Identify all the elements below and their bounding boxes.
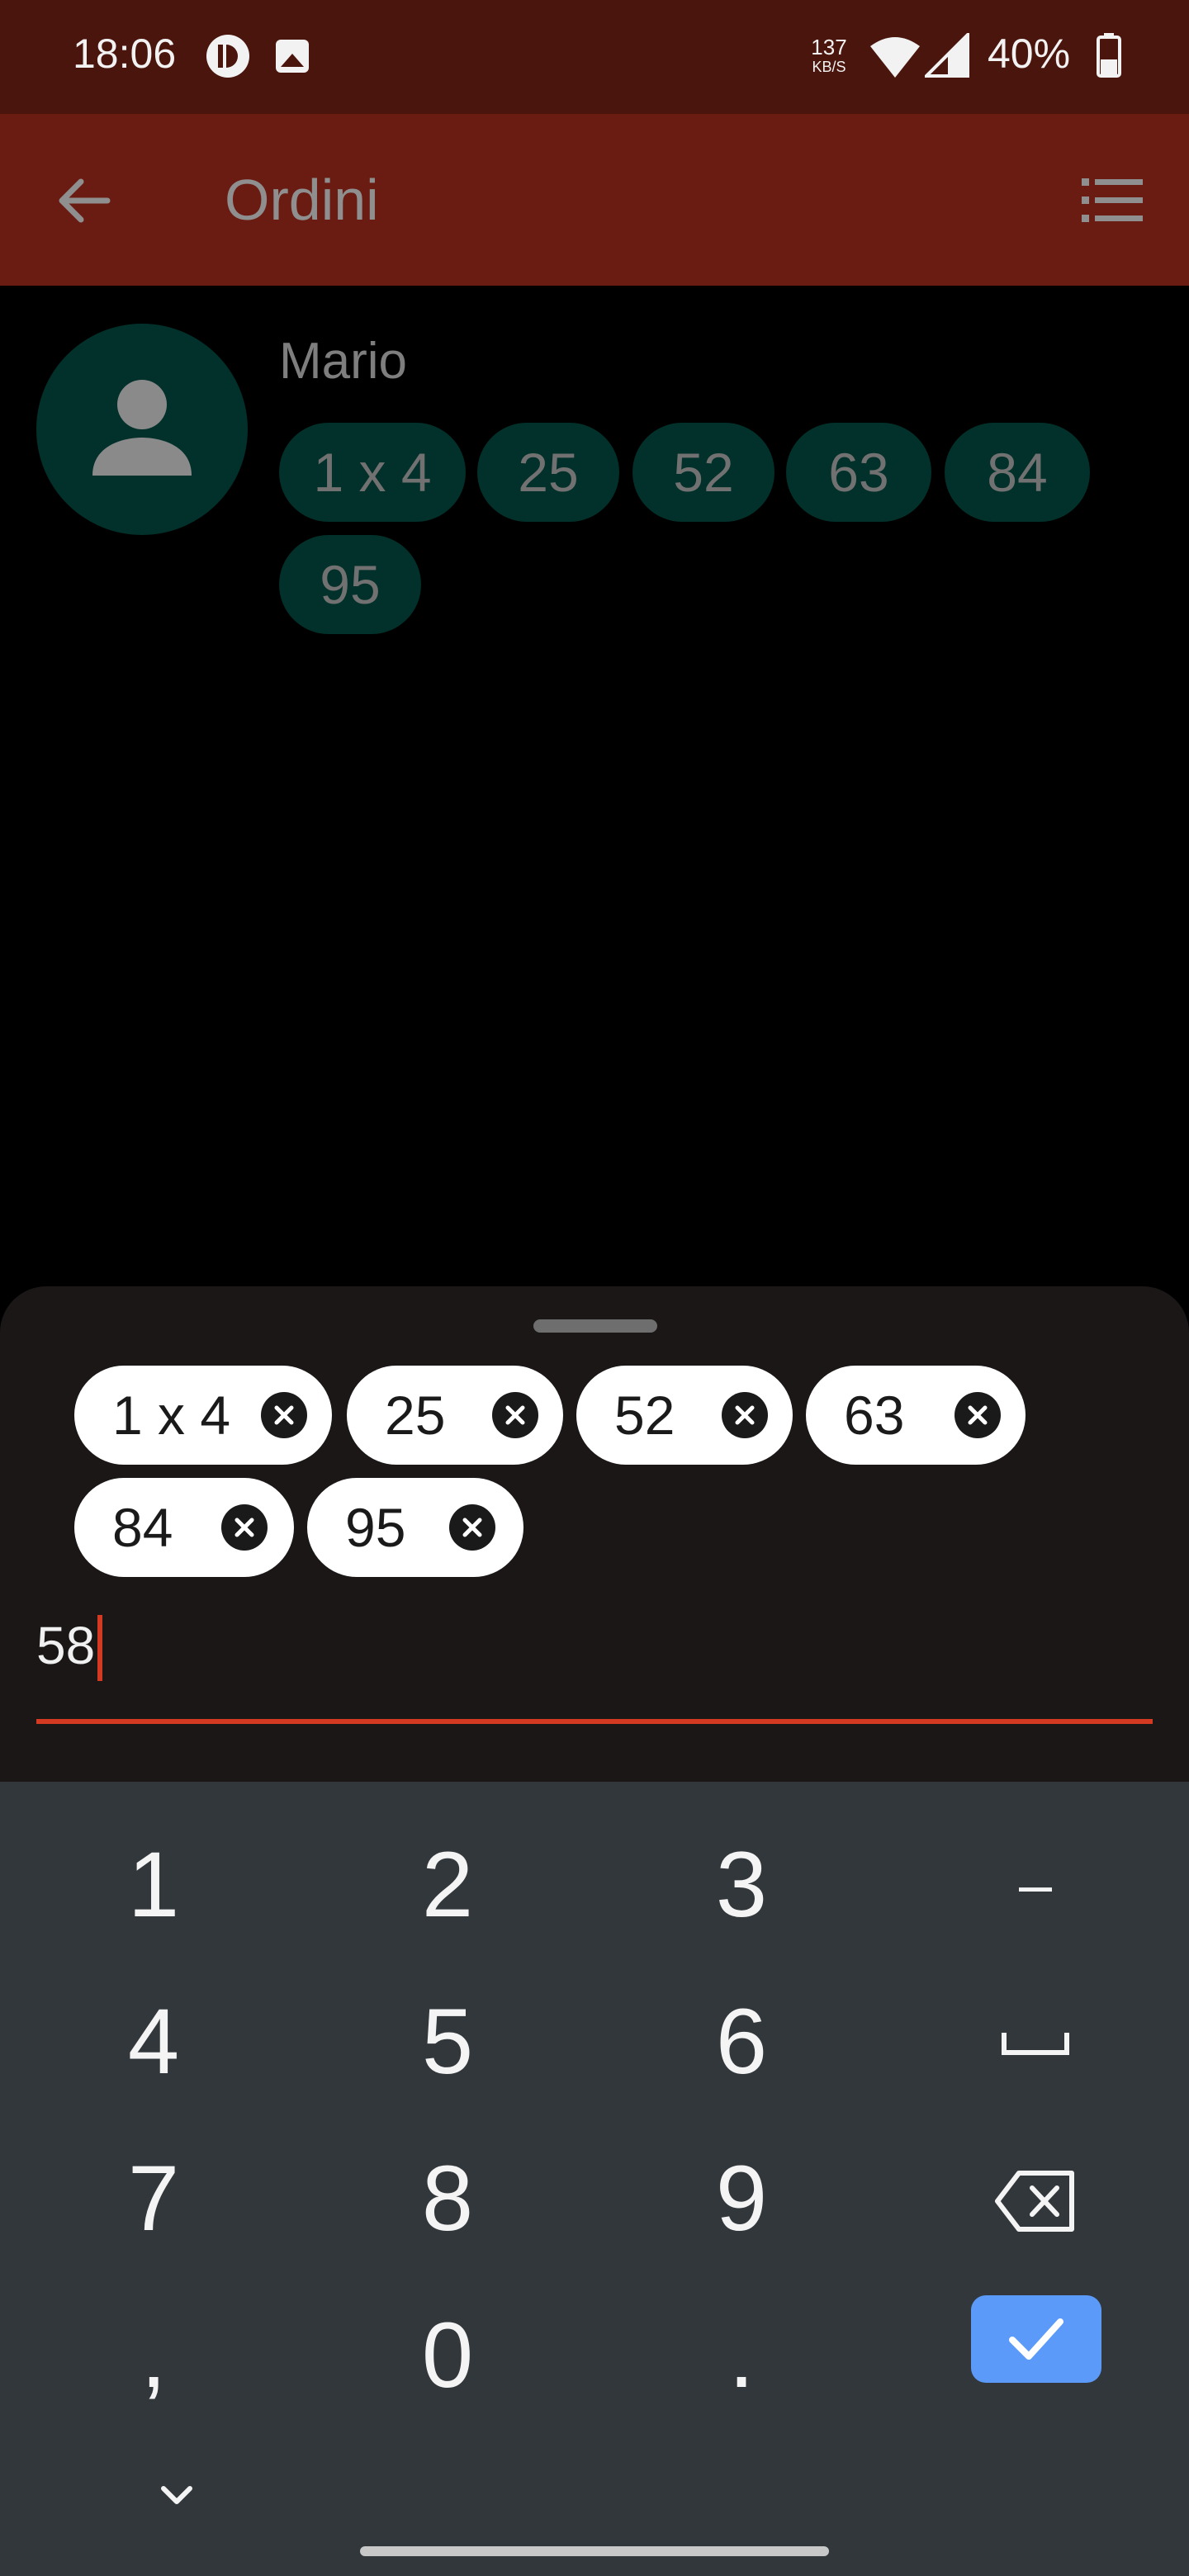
close-icon[interactable]	[221, 1504, 268, 1551]
chip-label: 95	[345, 1497, 406, 1558]
contact-name: Mario	[279, 333, 408, 390]
key-dash[interactable]: –	[887, 1807, 1184, 1963]
signal-icon	[925, 33, 969, 78]
text-cursor	[97, 1615, 102, 1681]
done-button[interactable]	[971, 2295, 1101, 2383]
status-time: 18:06	[73, 31, 177, 77]
key-6[interactable]: 6	[593, 1963, 890, 2120]
avatar[interactable]	[36, 324, 248, 535]
order-input[interactable]: 58	[36, 1615, 95, 1676]
wifi-icon	[870, 37, 920, 78]
entry-chip[interactable]: 95	[307, 1478, 523, 1577]
order-chip: 52	[632, 423, 775, 522]
notification-app-icon	[206, 35, 249, 78]
bottom-sheet: 1 x 4 25 52 63 84 95 58	[0, 1286, 1189, 1782]
close-icon[interactable]	[261, 1392, 307, 1438]
app-bar: Ordini	[0, 114, 1189, 286]
chip-label: 1 x 4	[112, 1385, 231, 1446]
key-1[interactable]: 1	[5, 1807, 302, 1963]
chip-label: 63	[844, 1385, 905, 1446]
chip-label: 52	[614, 1385, 675, 1446]
net-speed-value: 137	[811, 35, 847, 59]
entry-chip[interactable]: 25	[347, 1366, 563, 1465]
order-chip: 63	[786, 423, 931, 522]
arrow-back-icon[interactable]	[54, 172, 112, 230]
check-icon	[1009, 2318, 1063, 2360]
close-icon[interactable]	[955, 1392, 1001, 1438]
chevron-down-icon[interactable]	[152, 2477, 201, 2513]
key-comma[interactable]: ,	[5, 2277, 302, 2434]
close-icon[interactable]	[492, 1392, 538, 1438]
entry-chip[interactable]: 63	[806, 1366, 1026, 1465]
order-chip: 84	[945, 423, 1090, 522]
close-icon[interactable]	[449, 1504, 495, 1551]
battery-percent: 40%	[988, 31, 1071, 77]
drag-handle[interactable]	[533, 1319, 657, 1333]
image-icon	[276, 40, 309, 73]
net-speed: 137 KB/S	[808, 36, 850, 74]
key-0[interactable]: 0	[299, 2277, 596, 2434]
numeric-keyboard: 1 2 3 – 4 5 6 7 8 9 , 0 .	[0, 1782, 1189, 2576]
chip-label: 25	[385, 1385, 446, 1446]
space-bar-icon	[1002, 2033, 1069, 2055]
entry-chip[interactable]: 1 x 4	[74, 1366, 332, 1465]
battery-icon	[1097, 33, 1121, 78]
key-2[interactable]: 2	[299, 1807, 596, 1963]
page-title: Ordini	[225, 168, 379, 232]
chip-label: 84	[112, 1497, 173, 1558]
key-period[interactable]: .	[593, 2277, 890, 2434]
key-3[interactable]: 3	[593, 1807, 890, 1963]
close-icon[interactable]	[722, 1392, 768, 1438]
list-icon[interactable]	[1082, 177, 1144, 223]
key-space[interactable]	[887, 1963, 1184, 2120]
key-5[interactable]: 5	[299, 1963, 596, 2120]
gesture-nav-bar[interactable]	[360, 2546, 829, 2556]
key-8[interactable]: 8	[299, 2120, 596, 2277]
input-underline	[36, 1719, 1153, 1724]
key-4[interactable]: 4	[5, 1963, 302, 2120]
order-chip: 1 x 4	[279, 423, 466, 522]
key-7[interactable]: 7	[5, 2120, 302, 2277]
entry-chip[interactable]: 84	[74, 1478, 294, 1577]
person-icon	[92, 380, 192, 476]
order-chip: 95	[279, 535, 421, 634]
entry-chip[interactable]: 52	[576, 1366, 793, 1465]
key-9[interactable]: 9	[593, 2120, 890, 2277]
status-bar: 18:06 137 KB/S 40%	[0, 0, 1189, 114]
backspace-icon	[995, 2171, 1074, 2232]
order-chip: 25	[477, 423, 619, 522]
key-backspace[interactable]	[887, 2120, 1184, 2277]
net-speed-unit: KB/S	[812, 59, 846, 75]
